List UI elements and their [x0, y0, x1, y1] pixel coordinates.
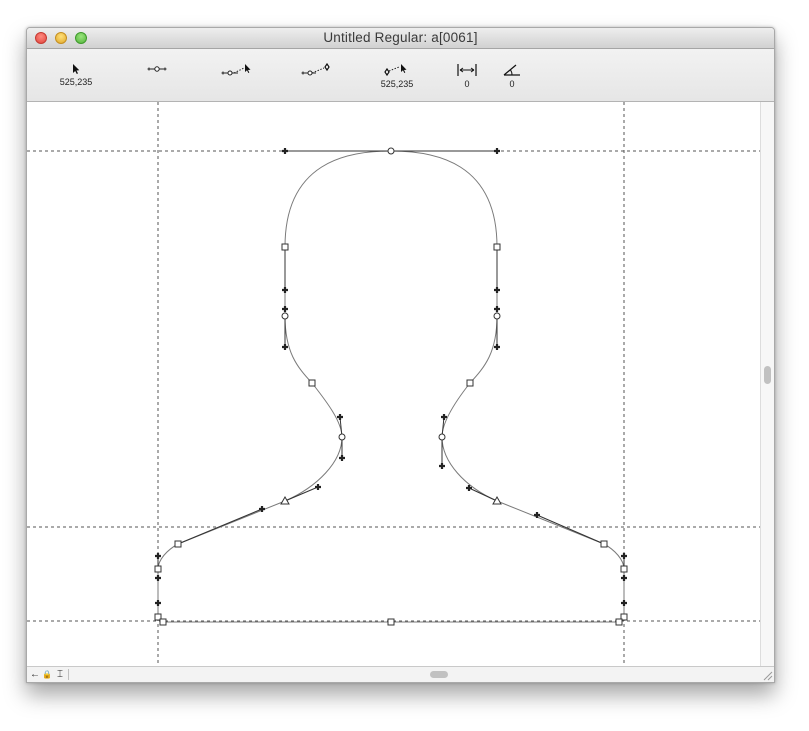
angle-tool[interactable]: 0: [482, 63, 542, 90]
guide-lines: [27, 102, 762, 668]
toolbar: 525,235 525,235 0 0: [27, 49, 774, 102]
vertical-scroll-thumb[interactable]: [764, 366, 771, 384]
point-left-side: [154, 565, 162, 573]
add-point-icon: [147, 66, 167, 72]
connect-tool[interactable]: 525,235: [367, 63, 427, 90]
point-base-left: [159, 618, 167, 626]
point-right-shoulder-top: [493, 243, 501, 251]
window-title: Untitled Regular: a[0061]: [323, 30, 478, 45]
select-handle-tool[interactable]: [207, 63, 267, 90]
point-left-throat: [338, 433, 346, 441]
vertical-scrollbar[interactable]: [760, 102, 774, 668]
corner-points[interactable]: [154, 243, 628, 626]
bottom-separator: [68, 669, 69, 680]
pointer-tool[interactable]: 525,235: [46, 63, 106, 88]
tangent-points[interactable]: [280, 495, 502, 505]
connect-cursor-icon: [384, 64, 407, 77]
handle-lines: [157, 150, 625, 569]
offcurve-handles[interactable]: [155, 148, 627, 606]
point-right-throat: [438, 433, 446, 441]
point-left-shoulder: [174, 540, 182, 548]
point-left-cheek: [281, 312, 289, 320]
title-bar[interactable]: Untitled Regular: a[0061]: [27, 28, 774, 49]
resize-grip-icon[interactable]: [762, 670, 773, 681]
point-right-collar: [492, 495, 502, 505]
bottom-bar: ← 🔒 ⌶: [27, 666, 774, 682]
add-corner-tool[interactable]: [287, 63, 347, 90]
left-arrow-icon[interactable]: ←: [30, 668, 40, 681]
point-right-side: [620, 565, 628, 573]
point-right-cheek: [493, 312, 501, 320]
point-top: [387, 147, 395, 155]
handle-cursor-icon: [221, 64, 251, 76]
add-corner-value: [287, 79, 347, 90]
corner-point-icon: [301, 63, 330, 76]
point-base-center: [387, 618, 395, 626]
measure-width-icon: [457, 64, 477, 76]
point-left-neck: [308, 379, 316, 387]
pointer-coordinates: 525,235: [59, 77, 93, 87]
add-point-tool[interactable]: [127, 63, 187, 88]
point-base-right: [615, 618, 623, 626]
point-right-neck: [466, 379, 474, 387]
connect-coordinates: 525,235: [380, 79, 414, 89]
angle-icon: [503, 64, 520, 76]
lock-icon[interactable]: 🔒: [42, 668, 52, 681]
point-right-shoulder: [600, 540, 608, 548]
point-left-shoulder-top: [281, 243, 289, 251]
add-point-value: [127, 77, 187, 88]
smooth-points[interactable]: [281, 147, 501, 441]
glyph-canvas[interactable]: [27, 102, 762, 668]
select-handle-value: [207, 79, 267, 90]
glyph-contour[interactable]: [157, 150, 625, 623]
arrow-cursor-icon: [73, 64, 80, 74]
angle-value: 0: [509, 79, 515, 89]
point-left-collar: [280, 495, 290, 505]
glyph-outline-drawing[interactable]: [27, 102, 762, 668]
text-cursor-icon[interactable]: ⌶: [57, 668, 63, 681]
glyph-editor-window: Untitled Regular: a[0061] 525,235 525,23…: [26, 27, 775, 683]
horizontal-scroll-thumb[interactable]: [430, 671, 448, 678]
